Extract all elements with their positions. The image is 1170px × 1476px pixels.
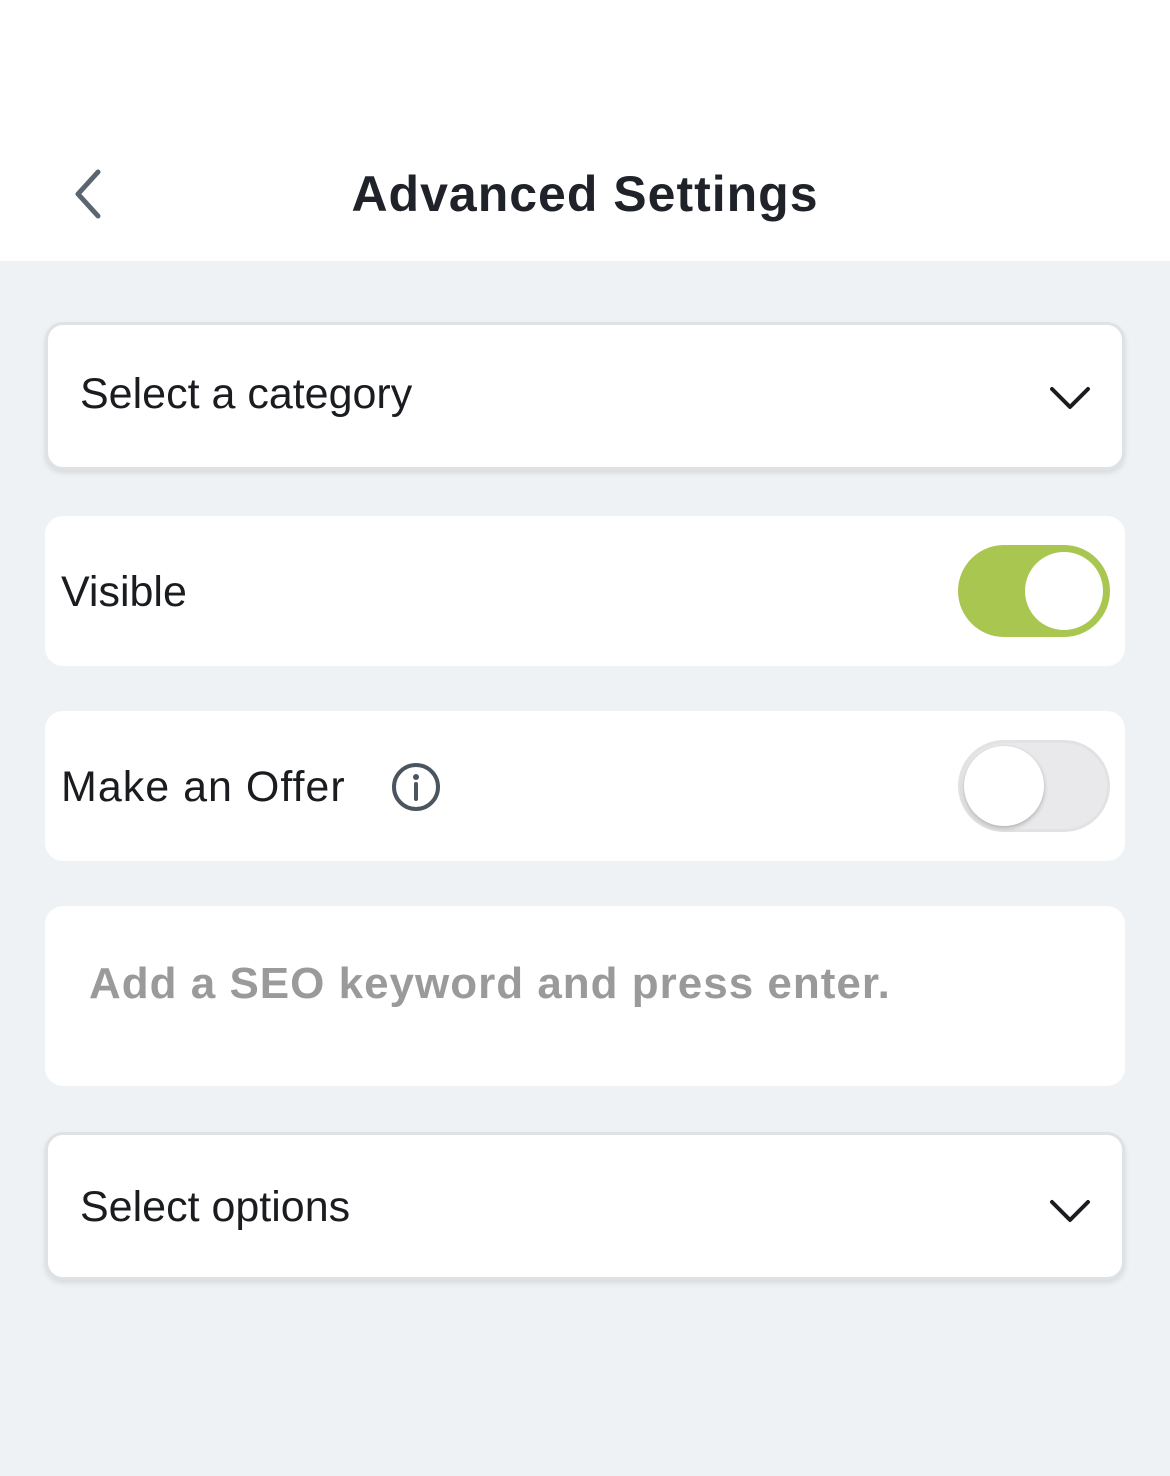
seo-keyword-input[interactable]	[89, 954, 1069, 1014]
options-select[interactable]: Select options	[45, 1132, 1125, 1280]
page-title: Advanced Settings	[351, 166, 819, 222]
toggle-knob	[1022, 549, 1106, 633]
app-header: Advanced Settings	[0, 0, 1170, 261]
visible-row: Visible	[45, 516, 1125, 666]
make-offer-label: Make an Offer	[61, 763, 346, 811]
toggle-knob	[964, 746, 1044, 826]
visible-toggle[interactable]	[958, 545, 1110, 637]
make-offer-row: Make an Offer	[45, 711, 1125, 861]
seo-keyword-card	[45, 906, 1125, 1086]
category-select[interactable]: Select a category	[45, 322, 1125, 470]
visible-label: Visible	[61, 568, 187, 616]
make-offer-toggle[interactable]	[958, 740, 1110, 832]
chevron-down-icon	[1048, 375, 1092, 419]
category-select-value: Select a category	[80, 370, 413, 418]
chevron-down-icon	[1048, 1188, 1092, 1232]
info-icon[interactable]	[390, 761, 442, 813]
options-select-value: Select options	[80, 1183, 351, 1231]
